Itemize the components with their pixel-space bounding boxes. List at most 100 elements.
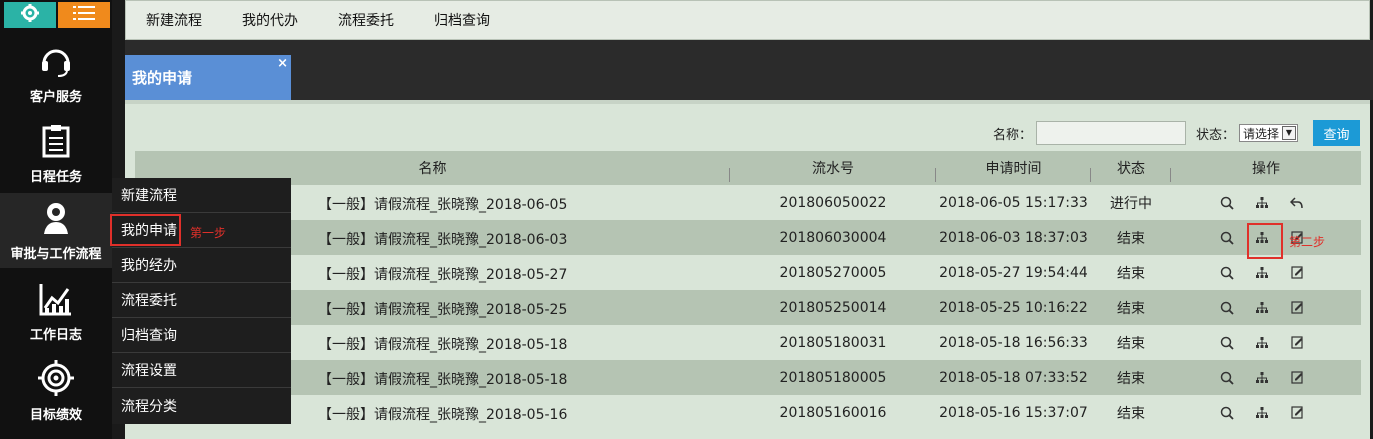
header-text: 流水号 xyxy=(812,161,854,177)
target-icon xyxy=(38,360,74,400)
headset-icon xyxy=(39,44,73,82)
list-icon xyxy=(73,5,95,25)
table-row[interactable]: 【一般】请假流程_张晓豫_2018-05-18 201805180031 201… xyxy=(135,325,1361,360)
name-input[interactable] xyxy=(1035,121,1186,145)
header-text: 名称 xyxy=(418,161,447,177)
table-row[interactable]: 【一般】请假流程_张晓豫_2018-06-05 201806050022 201… xyxy=(135,185,1361,220)
search-icon[interactable] xyxy=(1219,230,1235,246)
submenu-new-process[interactable]: 新建流程 xyxy=(112,178,291,213)
sidebar-item-label: 工作日志 xyxy=(29,328,82,343)
header-name: 名称 xyxy=(135,158,730,182)
settings-button[interactable] xyxy=(4,2,56,28)
table-row[interactable]: 【一般】请假流程_张晓豫_2018-05-18 201805180005 201… xyxy=(135,360,1361,395)
nav-new-process[interactable]: 新建流程 xyxy=(146,10,202,30)
table-row[interactable]: 【一般】请假流程_张晓豫_2018-05-16 201805160016 201… xyxy=(135,395,1361,430)
cell-status: 结束 xyxy=(1117,335,1145,352)
search-icon[interactable] xyxy=(1219,370,1235,386)
nav-archive-query[interactable]: 归档查询 xyxy=(434,10,490,30)
cell-time: 2018-05-16 15:37:07 xyxy=(939,404,1088,421)
content-panel: 名称： 状态： 请选择 ▼ 查询 名称 流水号 申请时间 状态 操作 【一般】请… xyxy=(125,100,1370,439)
tab-my-applications[interactable]: 我的申请 × xyxy=(125,55,291,100)
org-chart-icon[interactable] xyxy=(1254,370,1270,386)
row-name-text[interactable]: 【一般】请假流程_张晓豫_2018-06-03 xyxy=(318,229,567,249)
cell-serial: 201806050022 xyxy=(779,194,887,211)
header-ops: 操作 xyxy=(1171,158,1361,178)
org-chart-icon[interactable] xyxy=(1254,300,1270,316)
step2-label: 第二步 xyxy=(1289,235,1326,249)
step2-highlight-box xyxy=(1247,223,1283,259)
row-name-text[interactable]: 【一般】请假流程_张晓豫_2018-05-18 xyxy=(318,369,567,389)
submenu-my-handled[interactable]: 我的经办 xyxy=(112,248,291,283)
cell-time: 2018-06-05 15:17:33 xyxy=(939,194,1088,211)
org-chart-icon[interactable] xyxy=(1254,405,1270,421)
sidebar-item-work-log[interactable]: 工作日志 xyxy=(0,282,112,344)
cell-status: 结束 xyxy=(1117,405,1145,422)
step1-label: 第一步 xyxy=(190,226,227,240)
nav-my-todo[interactable]: 我的代办 xyxy=(242,10,298,30)
cell-status: 结束 xyxy=(1117,230,1145,247)
cell-time: 2018-05-18 07:33:52 xyxy=(939,369,1088,386)
status-label: 状态： xyxy=(1195,127,1235,143)
sidebar-item-workflow[interactable]: 审批与工作流程 xyxy=(0,193,112,268)
sidebar-item-label: 日程任务 xyxy=(29,170,82,185)
submenu-label: 新建流程 xyxy=(121,188,177,204)
row-name-text[interactable]: 【一般】请假流程_张晓豫_2018-05-18 xyxy=(318,334,567,354)
header-text: 申请时间 xyxy=(985,161,1042,177)
status-select[interactable]: 请选择 ▼ xyxy=(1238,124,1298,142)
edit-icon[interactable] xyxy=(1289,265,1305,281)
row-name-text[interactable]: 【一般】请假流程_张晓豫_2018-05-25 xyxy=(318,299,567,319)
submenu-archive-query[interactable]: 归档查询 xyxy=(112,318,291,353)
query-button[interactable]: 查询 xyxy=(1313,120,1360,146)
submenu-label: 流程委托 xyxy=(121,293,177,309)
search-icon[interactable] xyxy=(1219,300,1235,316)
sidebar-top-bar xyxy=(0,0,112,30)
search-icon[interactable] xyxy=(1219,195,1235,211)
table-row[interactable]: 【一般】请假流程_张晓豫_2018-05-25 201805250014 201… xyxy=(135,290,1361,325)
row-name-text[interactable]: 【一般】请假流程_张晓豫_2018-05-27 xyxy=(318,264,567,284)
sidebar-item-schedule[interactable]: 日程任务 xyxy=(0,124,112,186)
submenu-process-settings[interactable]: 流程设置 xyxy=(112,353,291,388)
edit-icon[interactable] xyxy=(1289,300,1305,316)
search-icon[interactable] xyxy=(1219,405,1235,421)
cell-time: 2018-05-25 10:16:22 xyxy=(939,299,1088,316)
top-nav: 新建流程 我的代办 流程委托 归档查询 xyxy=(125,0,1370,40)
edit-icon[interactable] xyxy=(1289,370,1305,386)
header-serial: 流水号 xyxy=(730,158,936,182)
table-row[interactable]: 【一般】请假流程_张晓豫_2018-05-27 201805270005 201… xyxy=(135,255,1361,290)
cell-serial: 201805250014 xyxy=(779,299,887,316)
close-icon[interactable]: × xyxy=(277,56,288,71)
org-chart-icon[interactable] xyxy=(1254,335,1270,351)
cell-ops xyxy=(1171,370,1361,386)
header-status: 状态 xyxy=(1091,158,1171,182)
org-chart-icon[interactable] xyxy=(1254,195,1270,211)
sidebar-item-customer-service[interactable]: 客户服务 xyxy=(0,44,112,106)
cell-time: 2018-06-03 18:37:03 xyxy=(939,229,1088,246)
edit-icon[interactable] xyxy=(1289,335,1305,351)
sidebar-item-goals[interactable]: 目标绩效 xyxy=(0,360,112,426)
row-name-text[interactable]: 【一般】请假流程_张晓豫_2018-05-16 xyxy=(318,404,567,424)
cell-status: 结束 xyxy=(1117,370,1145,387)
menu-list-button[interactable] xyxy=(58,2,110,28)
org-chart-icon[interactable] xyxy=(1254,265,1270,281)
status-select-value: 请选择 xyxy=(1242,126,1279,141)
cell-serial: 201806030004 xyxy=(779,229,887,246)
search-icon[interactable] xyxy=(1219,265,1235,281)
cell-status: 结束 xyxy=(1117,300,1145,317)
gear-icon xyxy=(20,3,40,27)
search-icon[interactable] xyxy=(1219,335,1235,351)
cell-serial: 201805160016 xyxy=(779,404,887,421)
submenu-label: 归档查询 xyxy=(121,328,177,344)
submenu-process-categories[interactable]: 流程分类 xyxy=(112,388,291,423)
table-header: 名称 流水号 申请时间 状态 操作 xyxy=(135,151,1361,185)
cell-serial: 201805180031 xyxy=(779,334,887,351)
cell-ops xyxy=(1171,335,1361,351)
edit-icon[interactable] xyxy=(1289,405,1305,421)
nav-delegation[interactable]: 流程委托 xyxy=(338,10,394,30)
cell-serial: 201805270005 xyxy=(779,264,887,281)
tab-bar: 我的申请 × xyxy=(125,40,1373,100)
row-name-text[interactable]: 【一般】请假流程_张晓豫_2018-06-05 xyxy=(318,194,567,214)
table-row[interactable]: 【一般】请假流程_张晓豫_2018-06-03 201806030004 201… xyxy=(135,220,1361,255)
cell-status: 结束 xyxy=(1117,265,1145,282)
submenu-delegation[interactable]: 流程委托 xyxy=(112,283,291,318)
revoke-icon[interactable] xyxy=(1289,195,1305,211)
